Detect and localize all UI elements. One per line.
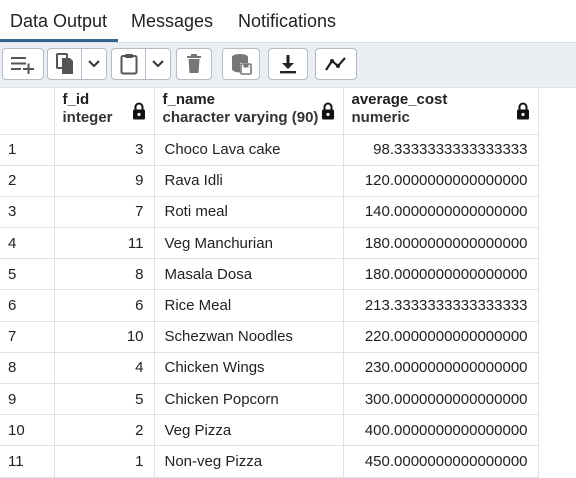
cell-f-name[interactable]: Chicken Popcorn: [154, 383, 344, 416]
delete-button[interactable]: [176, 48, 212, 80]
cell-f-id[interactable]: 4: [54, 352, 155, 385]
tab-data-output[interactable]: Data Output: [0, 0, 118, 42]
cell-average-cost[interactable]: 120.0000000000000000: [343, 165, 539, 197]
cell-f-id[interactable]: 10: [54, 321, 155, 353]
cell-f-name[interactable]: Non-veg Pizza: [154, 445, 344, 478]
paste-button[interactable]: [111, 48, 146, 80]
row-number[interactable]: 3: [0, 196, 55, 229]
column-header-f-name[interactable]: f_name character varying (90): [154, 88, 344, 135]
cell-average-cost[interactable]: 213.3333333333333333: [343, 289, 539, 322]
cell-average-cost[interactable]: 220.0000000000000000: [343, 321, 539, 353]
copy-icon: [55, 53, 73, 74]
table-row[interactable]: 1 3 Choco Lava cake 98.3333333333333333: [0, 134, 539, 166]
copy-split-button: [47, 48, 107, 80]
row-number[interactable]: 2: [0, 165, 55, 197]
chevron-down-icon: [152, 60, 164, 68]
cell-f-id[interactable]: 6: [54, 289, 155, 322]
lock-icon: [321, 102, 334, 120]
graph-icon: [325, 57, 346, 71]
cell-average-cost[interactable]: 98.3333333333333333: [343, 134, 539, 166]
cell-f-id[interactable]: 11: [54, 227, 155, 260]
save-data-button[interactable]: [222, 48, 260, 80]
table-row[interactable]: 7 10 Schezwan Noodles 220.00000000000000…: [0, 321, 539, 353]
delete-icon: [187, 54, 201, 73]
table-row[interactable]: 6 6 Rice Meal 213.3333333333333333: [0, 289, 539, 322]
cell-f-id[interactable]: 7: [54, 196, 155, 229]
cell-f-id[interactable]: 3: [54, 134, 155, 166]
cell-average-cost[interactable]: 230.0000000000000000: [343, 352, 539, 385]
cell-f-name[interactable]: Masala Dosa: [154, 258, 344, 291]
row-number-header: [0, 88, 55, 135]
lock-icon: [132, 102, 145, 120]
copy-button[interactable]: [47, 48, 82, 80]
data-toolbar: [0, 42, 576, 88]
tab-notifications[interactable]: Notifications: [238, 0, 336, 42]
table-row[interactable]: 9 5 Chicken Popcorn 300.0000000000000000: [0, 383, 539, 416]
table-row[interactable]: 2 9 Rava Idli 120.0000000000000000: [0, 165, 539, 197]
table-row[interactable]: 10 2 Veg Pizza 400.0000000000000000: [0, 414, 539, 447]
cell-average-cost[interactable]: 450.0000000000000000: [343, 445, 539, 478]
cell-f-name[interactable]: Chicken Wings: [154, 352, 344, 385]
column-type: character varying (90): [162, 109, 319, 126]
cell-f-name[interactable]: Schezwan Noodles: [154, 321, 344, 353]
column-type: numeric: [351, 109, 410, 126]
column-header-f-id[interactable]: f_id integer: [54, 88, 155, 135]
cell-f-id[interactable]: 2: [54, 414, 155, 447]
row-number[interactable]: 1: [0, 134, 55, 166]
cell-f-id[interactable]: 9: [54, 165, 155, 197]
save-data-icon: [232, 54, 252, 75]
row-number[interactable]: 7: [0, 321, 55, 353]
cell-average-cost[interactable]: 400.0000000000000000: [343, 414, 539, 447]
paste-dropdown[interactable]: [146, 48, 171, 80]
column-header-average-cost[interactable]: average_cost numeric: [343, 88, 539, 135]
column-name: f_name: [162, 91, 216, 108]
cell-average-cost[interactable]: 140.0000000000000000: [343, 196, 539, 229]
paste-icon: [120, 54, 137, 75]
header-row: f_id integer f_name character varying (9…: [0, 88, 539, 135]
cell-f-id[interactable]: 5: [54, 383, 155, 416]
table-row[interactable]: 4 11 Veg Manchurian 180.0000000000000000: [0, 227, 539, 260]
table-row[interactable]: 8 4 Chicken Wings 230.0000000000000000: [0, 352, 539, 385]
row-number[interactable]: 8: [0, 352, 55, 385]
graph-visualiser-button[interactable]: [315, 48, 357, 80]
cell-average-cost[interactable]: 180.0000000000000000: [343, 258, 539, 291]
cell-f-name[interactable]: Veg Manchurian: [154, 227, 344, 260]
row-number[interactable]: 11: [0, 445, 55, 478]
row-number[interactable]: 6: [0, 289, 55, 322]
paste-split-button: [111, 48, 171, 80]
table-row[interactable]: 5 8 Masala Dosa 180.0000000000000000: [0, 258, 539, 291]
chevron-down-icon: [88, 60, 100, 68]
result-table: f_id integer f_name character varying (9…: [0, 88, 539, 478]
lock-icon: [516, 102, 529, 120]
tab-messages[interactable]: Messages: [131, 0, 213, 42]
cell-f-name[interactable]: Rice Meal: [154, 289, 344, 322]
table-row[interactable]: 11 1 Non-veg Pizza 450.0000000000000000: [0, 445, 539, 478]
cell-f-name[interactable]: Veg Pizza: [154, 414, 344, 447]
data-grid: f_id integer f_name character varying (9…: [0, 88, 539, 478]
row-number[interactable]: 9: [0, 383, 55, 416]
download-icon: [280, 55, 296, 74]
cell-f-id[interactable]: 1: [54, 445, 155, 478]
copy-dropdown[interactable]: [82, 48, 107, 80]
cell-f-name[interactable]: Roti meal: [154, 196, 344, 229]
cell-f-name[interactable]: Choco Lava cake: [154, 134, 344, 166]
row-number[interactable]: 4: [0, 227, 55, 260]
add-row-icon: [11, 57, 34, 74]
cell-f-name[interactable]: Rava Idli: [154, 165, 344, 197]
download-button[interactable]: [268, 48, 308, 80]
cell-average-cost[interactable]: 300.0000000000000000: [343, 383, 539, 416]
cell-average-cost[interactable]: 180.0000000000000000: [343, 227, 539, 260]
table-row[interactable]: 3 7 Roti meal 140.0000000000000000: [0, 196, 539, 229]
add-row-button[interactable]: [2, 48, 44, 80]
row-number[interactable]: 5: [0, 258, 55, 291]
cell-f-id[interactable]: 8: [54, 258, 155, 291]
result-tabs: Data Output Messages Notifications: [0, 0, 576, 42]
column-name: average_cost: [351, 91, 448, 108]
row-number[interactable]: 10: [0, 414, 55, 447]
